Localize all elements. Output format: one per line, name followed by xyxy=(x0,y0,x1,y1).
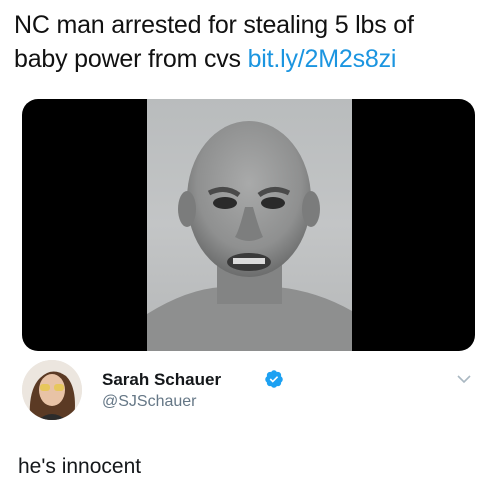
post-headline: NC man arrested for stealing 5 lbs of ba… xyxy=(14,8,469,76)
user-handle[interactable]: @SJSchauer xyxy=(102,393,197,411)
display-name[interactable]: Sarah Schauer xyxy=(102,370,221,390)
tweet-author-row[interactable]: Sarah Schauer @SJSchauer xyxy=(22,360,472,424)
media-image[interactable] xyxy=(22,99,475,351)
verified-badge-icon xyxy=(265,370,283,388)
avatar[interactable] xyxy=(22,360,82,420)
headline-link[interactable]: bit.ly/2M2s8zi xyxy=(248,45,397,73)
mugshot-photo xyxy=(147,99,352,351)
chevron-down-icon[interactable] xyxy=(456,372,472,386)
tweet-text: he's innocent xyxy=(18,455,142,478)
